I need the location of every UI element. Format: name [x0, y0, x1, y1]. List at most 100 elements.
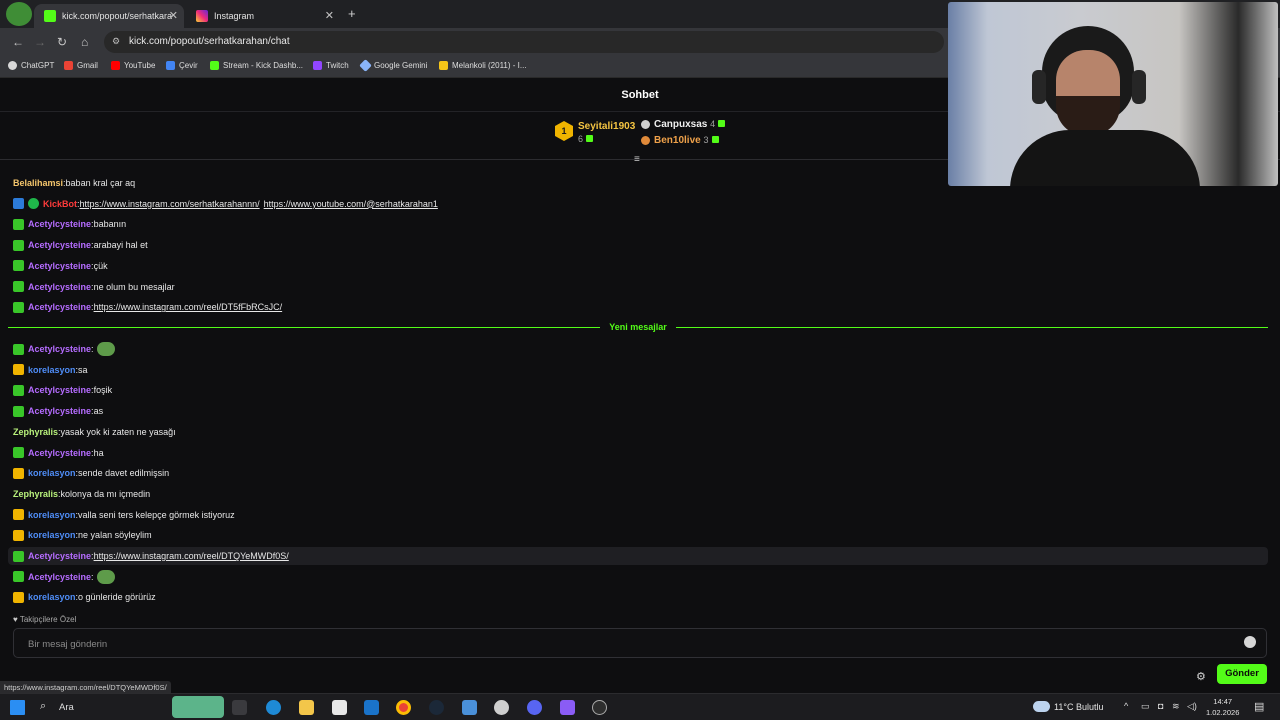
tray-icon[interactable]: ◘ [1158, 701, 1163, 711]
chat-message-text: arabayi hal et [93, 240, 148, 251]
chat-message-text: ne olum bu mesajlar [93, 281, 175, 292]
chat-username[interactable]: Acetylcysteine [28, 219, 91, 229]
top-gifter-name[interactable]: Seyitali1903 [578, 121, 635, 132]
chat-message[interactable]: Zephyralis: kolonya da mı içmedin [8, 485, 1268, 503]
app-icon[interactable] [494, 700, 509, 715]
weather-label[interactable]: 11°C Bulutlu [1054, 702, 1103, 712]
gmail-icon [64, 61, 73, 70]
chat-message[interactable]: Acetylcysteine: https://www.instagram.co… [8, 298, 1268, 316]
volume-icon[interactable]: ◁) [1187, 701, 1197, 712]
gifter-name[interactable]: Canpuxsas 4 [654, 119, 726, 130]
taskbar-search-label[interactable]: Ara [59, 702, 74, 713]
chat-message[interactable]: Acetylcysteine: ha [8, 444, 1268, 462]
chat-username[interactable]: Acetylcysteine [28, 302, 91, 312]
chat-username[interactable]: Acetylcysteine [28, 406, 91, 416]
site-info-icon[interactable]: ⚙ [112, 36, 120, 47]
profile-avatar[interactable] [6, 2, 32, 26]
chat-message[interactable]: Acetylcysteine: çük [8, 257, 1268, 275]
search-icon[interactable]: ⌕ [40, 700, 46, 713]
chat-message[interactable]: Acetylcysteine: https://www.instagram.co… [8, 547, 1268, 565]
chat-username[interactable]: korelasyon [28, 510, 76, 520]
chat-username[interactable]: korelasyon [28, 530, 76, 540]
chat-message[interactable]: Acetylcysteine: babanın [8, 215, 1268, 233]
chat-username[interactable]: Zephyralis [13, 489, 58, 499]
new-messages-line [8, 327, 600, 328]
chat-message-input[interactable]: Bir mesaj gönderin [13, 628, 1267, 658]
chat-username[interactable]: korelasyon [28, 365, 76, 375]
bookmark-translate[interactable]: Çevir [166, 61, 198, 70]
task-view-icon[interactable] [232, 700, 247, 715]
mail-icon[interactable] [364, 700, 379, 715]
windows-start-icon[interactable] [10, 700, 25, 715]
new-tab-button[interactable]: + [348, 6, 356, 21]
chat-message[interactable]: korelasyon: o günleride görürüz [8, 588, 1268, 606]
home-icon[interactable]: ⌂ [81, 35, 88, 49]
close-tab-icon[interactable]: ✕ [325, 9, 334, 22]
chat-username[interactable]: Acetylcysteine [28, 282, 91, 292]
bookmark-gmail[interactable]: Gmail [64, 61, 98, 70]
gifter-name[interactable]: Ben10live 3 [654, 135, 719, 146]
chat-message[interactable]: KickBot: https://www.instagram.com/serha… [8, 195, 1268, 213]
bookmark-youtube[interactable]: YouTube [111, 61, 155, 70]
chat-message[interactable]: korelasyon: sende davet edilmişsin [8, 464, 1268, 482]
app-icon[interactable] [560, 700, 575, 715]
bookmark-label: ChatGPT [21, 61, 55, 70]
chat-username[interactable]: korelasyon [28, 592, 76, 602]
chat-message[interactable]: Acetylcysteine: ne olum bu mesajlar [8, 278, 1268, 296]
chat-username[interactable]: KickBot [43, 199, 77, 209]
chat-message-link[interactable]: https://www.instagram.com/reel/DTQYeMWDf… [94, 551, 289, 561]
widget-icon[interactable] [172, 696, 224, 718]
edge-icon[interactable] [266, 700, 281, 715]
rank-three-icon [641, 136, 650, 145]
tray-icon[interactable]: ▭ [1141, 701, 1150, 712]
chat-message-link[interactable]: https://www.youtube.com/@serhatkarahan1 [264, 199, 438, 209]
chat-message[interactable]: Acetylcysteine: foşik [8, 381, 1268, 399]
bookmark-gemini[interactable]: Google Gemini [359, 59, 427, 72]
emoji-icon[interactable] [1244, 636, 1256, 648]
chat-message[interactable]: Zephyralis: yasak yok ki zaten ne yasağı [8, 423, 1268, 441]
chat-username[interactable]: Acetylcysteine [28, 240, 91, 250]
chat-message-link[interactable]: https://www.instagram.com/reel/DT5fFbRCs… [94, 302, 283, 312]
discord-icon[interactable] [527, 700, 542, 715]
notification-icon[interactable]: ▤ [1254, 700, 1264, 713]
chat-message[interactable]: Acetylcysteine: [8, 568, 1268, 586]
chat-message[interactable]: Acetylcysteine: as [8, 402, 1268, 420]
file-explorer-icon[interactable] [299, 700, 314, 715]
chat-username[interactable]: Acetylcysteine [28, 261, 91, 271]
obs-icon[interactable] [592, 700, 607, 715]
chat-username[interactable]: Belalihamsi [13, 178, 63, 188]
chat-message[interactable]: korelasyon: valla seni ters kelepçe görm… [8, 506, 1268, 524]
bookmark-chatgpt[interactable]: ChatGPT [8, 61, 54, 70]
send-button[interactable]: Gönder [1217, 664, 1267, 684]
network-icon[interactable]: ≋ [1172, 701, 1180, 712]
clock[interactable]: 14:47 1.02.2026 [1206, 696, 1239, 718]
forward-icon[interactable]: → [34, 35, 46, 49]
settings-gear-icon[interactable]: ⚙ [1196, 670, 1206, 683]
chat-username[interactable]: Acetylcysteine [28, 551, 91, 561]
chat-message[interactable]: korelasyon: sa [8, 361, 1268, 379]
reload-icon[interactable]: ↻ [57, 35, 67, 49]
bookmark-kick-dashboard[interactable]: Stream - Kick Dashb... [210, 61, 303, 70]
chat-message[interactable]: Acetylcysteine: [8, 340, 1268, 358]
chat-message-link[interactable]: https://www.instagram.com/serhatkarahann… [80, 199, 260, 209]
chat-username[interactable]: Acetylcysteine [28, 385, 91, 395]
close-tab-icon[interactable]: ✕ [169, 9, 178, 22]
chat-username[interactable]: korelasyon [28, 468, 76, 478]
chat-username[interactable]: Acetylcysteine [28, 572, 91, 582]
chat-username[interactable]: Acetylcysteine [28, 344, 91, 354]
url-input[interactable]: ⚙ kick.com/popout/serhatkarahan/chat [104, 31, 944, 53]
steam-icon[interactable] [429, 700, 444, 715]
chat-username[interactable]: Acetylcysteine [28, 448, 91, 458]
tab-instagram[interactable]: Instagram ✕ [186, 4, 340, 28]
bookmark-melankoli[interactable]: Melankoli (2011) - I... [439, 61, 527, 70]
app-icon[interactable] [462, 700, 477, 715]
chat-message[interactable]: Acetylcysteine: arabayi hal et [8, 236, 1268, 254]
store-icon[interactable] [332, 700, 347, 715]
chat-username[interactable]: Zephyralis [13, 427, 58, 437]
tab-kick-chat[interactable]: kick.com/popout/serhatkarahan ✕ [34, 4, 184, 28]
chat-message[interactable]: korelasyon: ne yalan söyleylim [8, 526, 1268, 544]
back-icon[interactable]: ← [12, 35, 24, 49]
chevron-up-icon[interactable]: ^ [1124, 701, 1128, 711]
chrome-icon[interactable] [396, 700, 411, 715]
bookmark-twitch[interactable]: Twitch [313, 61, 349, 70]
